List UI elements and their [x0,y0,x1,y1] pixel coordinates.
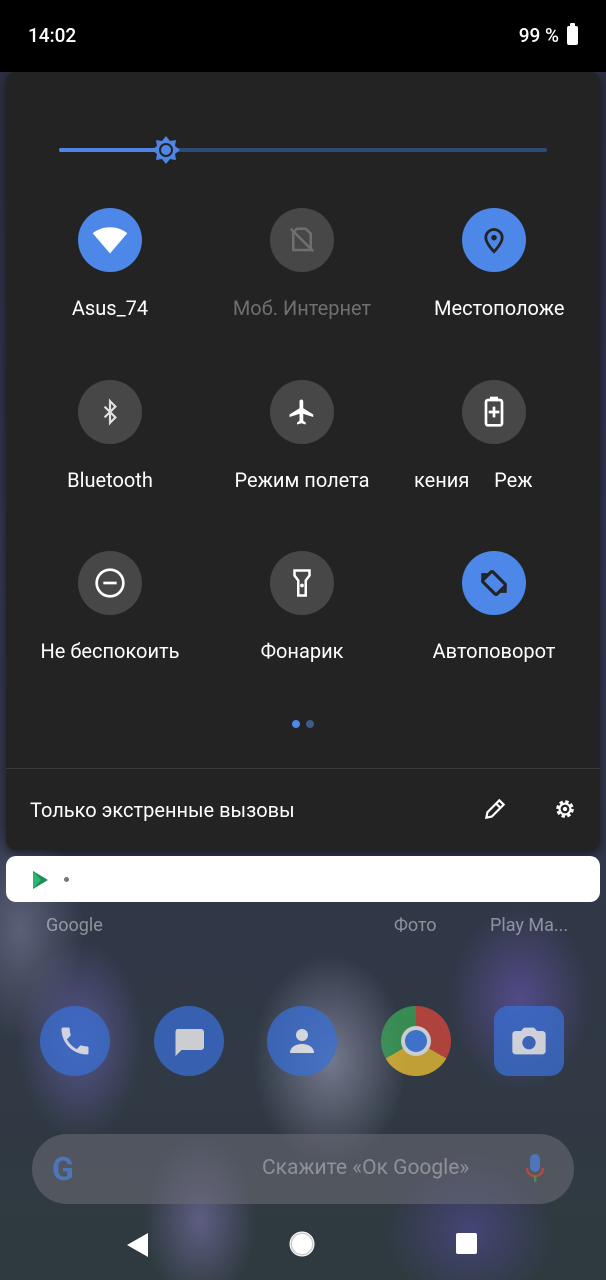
battery-icon [567,23,578,45]
notification-separator-dot [64,877,69,882]
divider [6,768,600,769]
notification-card[interactable] [6,856,600,902]
messages-app-icon[interactable] [154,1006,224,1076]
tile-dnd-label: Не беспокоить [40,639,180,663]
brightness-slider-fill [59,148,166,152]
airplane-icon[interactable] [270,380,334,444]
tile-bluetooth[interactable]: Bluetooth [14,380,206,492]
phone-app-icon[interactable] [40,1006,110,1076]
tile-airplane-label: Режим полета [234,468,370,492]
contacts-app-icon[interactable] [267,1006,337,1076]
quick-settings-panel: Asus_74 Моб. Интернет Местоположе Blueto… [6,72,600,850]
brightness-icon[interactable] [151,135,181,165]
battery-percent: 99 % [518,24,559,47]
tile-airplane[interactable]: Режим полета [206,380,398,492]
microphone-icon[interactable] [524,1152,546,1186]
tile-dnd[interactable]: Не беспокоить [14,551,206,663]
status-bar: 14:02 99 % [0,0,606,72]
status-time: 14:02 [28,24,77,47]
search-placeholder: Скажите «Ок Google» [262,1156,470,1180]
battery-saver-icon[interactable] [462,380,526,444]
camera-app-icon[interactable] [494,1006,564,1076]
emergency-calls-only-text: Только экстренные вызовы [30,798,295,822]
edit-pencil-icon[interactable] [482,796,508,822]
google-search-bar[interactable]: G Скажите «Ок Google» [32,1134,574,1204]
app-label-play[interactable]: Play Ma... [490,915,568,936]
google-logo-icon: G [52,1150,74,1188]
tile-wifi-label: Asus_74 [71,296,149,320]
app-label-photos[interactable]: Фото [394,915,437,936]
flashlight-icon[interactable] [270,551,334,615]
autorotate-icon[interactable] [462,551,526,615]
app-label-google[interactable]: Google [46,915,103,936]
play-store-icon [33,871,48,889]
tile-wifi[interactable]: Asus_74 [14,208,206,320]
wifi-icon[interactable] [78,208,142,272]
page-indicator [292,720,314,728]
chrome-app-icon[interactable] [381,1006,451,1076]
tile-flashlight-label: Фонарик [260,639,344,663]
tile-location[interactable]: Местоположе [398,208,590,320]
tile-autorotate-label: Автоповорот [432,639,556,663]
no-sim-icon[interactable] [270,208,334,272]
back-icon[interactable] [126,1232,150,1258]
tile-bluetooth-label: Bluetooth [67,468,153,492]
tile-flashlight[interactable]: Фонарик [206,551,398,663]
settings-gear-icon[interactable] [552,796,578,822]
page-indicator-dot-active [292,720,300,728]
tile-location-label: Местоположе [434,296,565,320]
tile-battery-saver[interactable]: кения Реж [398,380,590,492]
tile-autorotate[interactable]: Автоповорот [398,551,590,663]
navigation-bar [0,1208,606,1280]
do-not-disturb-icon[interactable] [78,551,142,615]
tile-battery-saver-label: кения Реж [414,468,533,492]
tile-mobile-data-label: Моб. Интернет [232,296,372,320]
tile-mobile-data[interactable]: Моб. Интернет [206,208,398,320]
bluetooth-icon[interactable] [78,380,142,444]
recents-icon[interactable] [456,1233,477,1254]
page-indicator-dot [306,720,314,728]
location-pin-icon[interactable] [462,208,526,272]
home-icon[interactable] [289,1231,315,1257]
